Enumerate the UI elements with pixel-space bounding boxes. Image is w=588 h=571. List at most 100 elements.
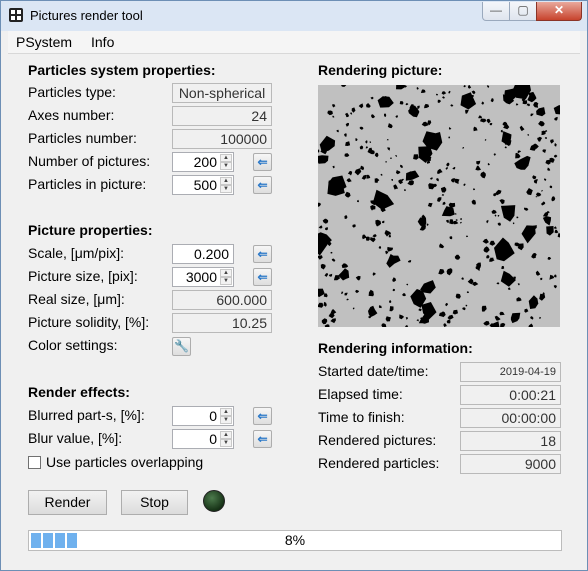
particle-shape (535, 192, 542, 197)
spin-down-icon[interactable]: ▼ (220, 162, 232, 170)
picture-properties-header: Picture properties: (28, 222, 153, 238)
particle-shape (553, 285, 557, 289)
particle-shape (352, 224, 356, 228)
particle-shape (396, 85, 406, 90)
particle-shape (392, 277, 397, 282)
particle-shape (344, 215, 348, 219)
particle-shape (532, 175, 537, 180)
spin-up-icon[interactable]: ▲ (220, 408, 232, 416)
particle-shape (528, 295, 539, 309)
particle-shape (466, 291, 469, 294)
stop-button[interactable]: Stop (121, 490, 188, 515)
particle-shape (387, 123, 393, 129)
particle-shape (507, 287, 511, 290)
particle-shape (481, 101, 485, 105)
particle-shape (380, 173, 383, 176)
particles-in-picture-label: Particles in picture: (28, 176, 147, 192)
particle-shape (368, 305, 378, 318)
particle-shape (497, 222, 501, 226)
apply-blurred-button[interactable]: ⇐ (253, 407, 272, 425)
number-of-pictures-input[interactable]: 200 ▲ ▼ (172, 152, 234, 172)
particles-in-picture-input[interactable]: 500 ▲ ▼ (172, 175, 234, 195)
spin-down-icon[interactable]: ▼ (220, 439, 232, 447)
particle-shape (372, 234, 377, 238)
spin-down-icon[interactable]: ▼ (220, 416, 232, 424)
blurred-parts-input[interactable]: 0 ▲ ▼ (172, 406, 234, 426)
particle-shape (399, 101, 404, 105)
particle-shape (417, 105, 420, 110)
minimize-icon: — (490, 3, 502, 17)
maximize-button[interactable]: ▢ (509, 2, 537, 21)
particle-shape (504, 146, 507, 149)
spin-down-icon[interactable]: ▼ (220, 185, 232, 193)
particle-shape (494, 237, 515, 262)
particle-shape (535, 195, 538, 198)
picture-size-input[interactable]: 3000 ▲ ▼ (172, 267, 234, 287)
close-button[interactable]: ✕ (536, 2, 582, 21)
particle-shape (350, 112, 353, 115)
particle-shape (440, 186, 447, 193)
particle-shape (365, 146, 368, 149)
color-settings-button[interactable]: 🔧 (172, 337, 191, 356)
particle-shape (530, 113, 534, 117)
blur-value-input[interactable]: 0 ▲ ▼ (172, 429, 234, 449)
particle-shape (551, 196, 556, 202)
particle-shape (494, 315, 501, 321)
particle-shape (486, 254, 490, 259)
particle-shape (537, 136, 543, 142)
spin-down-icon[interactable]: ▼ (220, 277, 232, 285)
overlap-checkbox[interactable] (28, 456, 41, 469)
particle-shape (489, 257, 495, 262)
particle-shape (481, 305, 487, 312)
render-button[interactable]: Render (28, 490, 107, 515)
particle-shape (446, 268, 453, 276)
particle-shape (393, 184, 398, 190)
rendered-pictures-field: 18 (460, 431, 561, 451)
overlap-label[interactable]: Use particles overlapping (46, 454, 203, 470)
particle-shape (428, 183, 435, 190)
menu-psystem[interactable]: PSystem (16, 34, 72, 50)
particles-type-label: Particles type: (28, 84, 116, 100)
particle-shape (400, 164, 403, 169)
particle-shape (533, 179, 538, 184)
particle-shape (533, 102, 539, 108)
particle-shape (338, 268, 350, 281)
spin-up-icon[interactable]: ▲ (220, 177, 232, 185)
minimize-button[interactable]: — (482, 2, 510, 21)
scale-input[interactable]: 0.200 (172, 244, 234, 264)
particle-shape (436, 178, 439, 182)
apply-blur-button[interactable]: ⇐ (253, 430, 272, 448)
particle-shape (539, 293, 546, 301)
particle-shape (445, 303, 448, 307)
particle-shape (542, 292, 545, 295)
particle-shape (483, 246, 490, 253)
apply-scale-button[interactable]: ⇐ (253, 245, 272, 263)
particle-shape (386, 139, 389, 141)
particle-shape (527, 134, 530, 136)
rendered-pictures-label: Rendered pictures: (318, 432, 437, 448)
menu-info[interactable]: Info (91, 34, 114, 50)
particle-shape (331, 258, 336, 262)
apply-particles-button[interactable]: ⇐ (253, 176, 272, 194)
spin-up-icon[interactable]: ▲ (220, 269, 232, 277)
particle-shape (535, 270, 541, 276)
particle-shape (549, 274, 555, 280)
particle-shape (437, 197, 442, 202)
particle-shape (332, 115, 335, 118)
apply-size-button[interactable]: ⇐ (253, 268, 272, 286)
particle-shape (366, 103, 371, 108)
particle-shape (467, 278, 474, 285)
particle-shape (547, 257, 552, 260)
particle-shape (449, 236, 453, 240)
title-bar[interactable]: Pictures render tool — ▢ ✕ (1, 1, 587, 31)
spin-up-icon[interactable]: ▲ (220, 431, 232, 439)
particle-shape (473, 188, 476, 191)
particle-shape (442, 96, 445, 99)
time-to-finish-field: 00:00:00 (460, 408, 561, 428)
particle-shape (381, 220, 385, 224)
apply-pictures-button[interactable]: ⇐ (253, 153, 272, 171)
particle-shape (522, 100, 528, 105)
spin-up-icon[interactable]: ▲ (220, 154, 232, 162)
particle-shape (344, 191, 351, 198)
particle-shape (426, 223, 429, 226)
